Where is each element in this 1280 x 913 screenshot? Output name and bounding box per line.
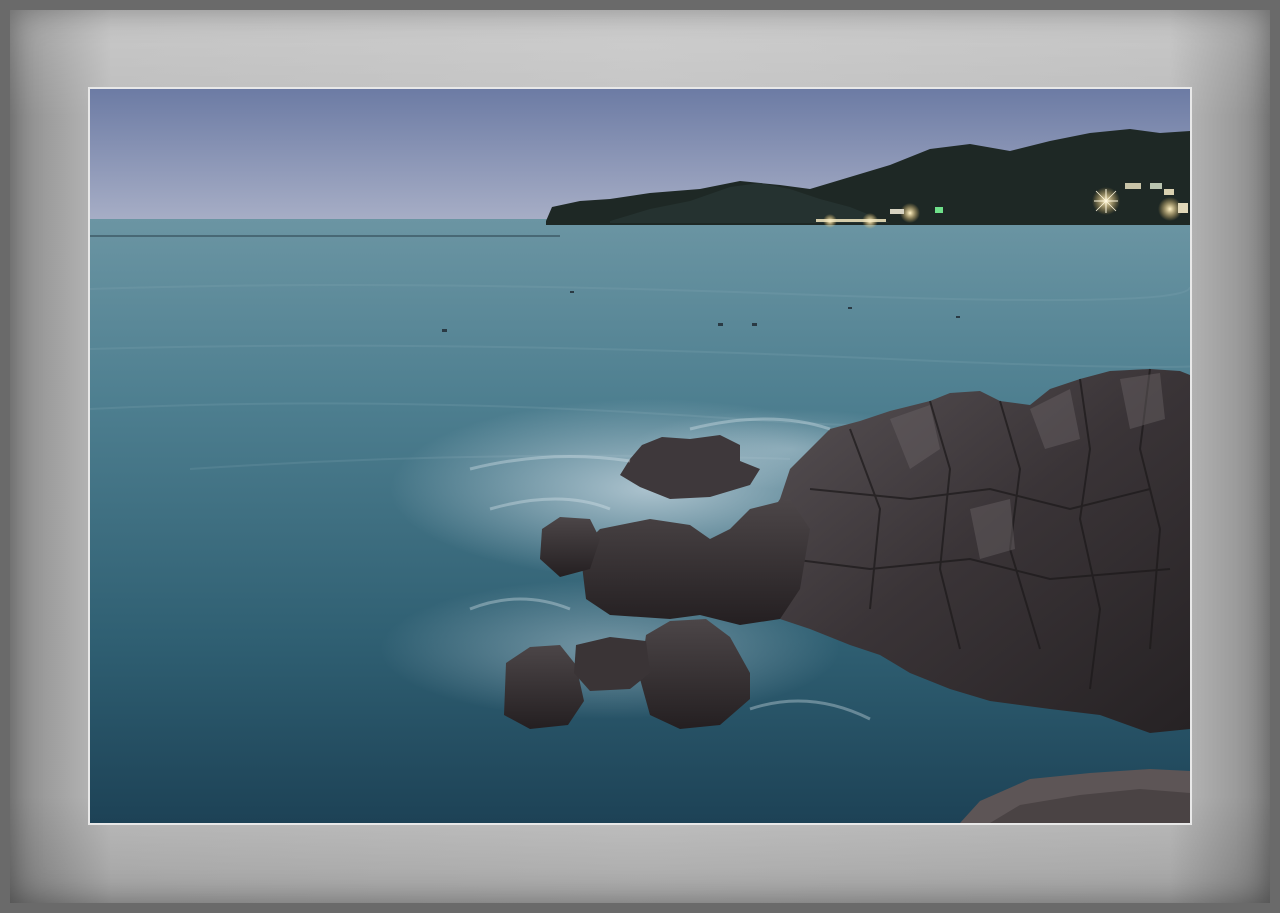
photograph (90, 89, 1190, 823)
far-float-line (90, 235, 560, 237)
photo-scene (90, 89, 1190, 823)
